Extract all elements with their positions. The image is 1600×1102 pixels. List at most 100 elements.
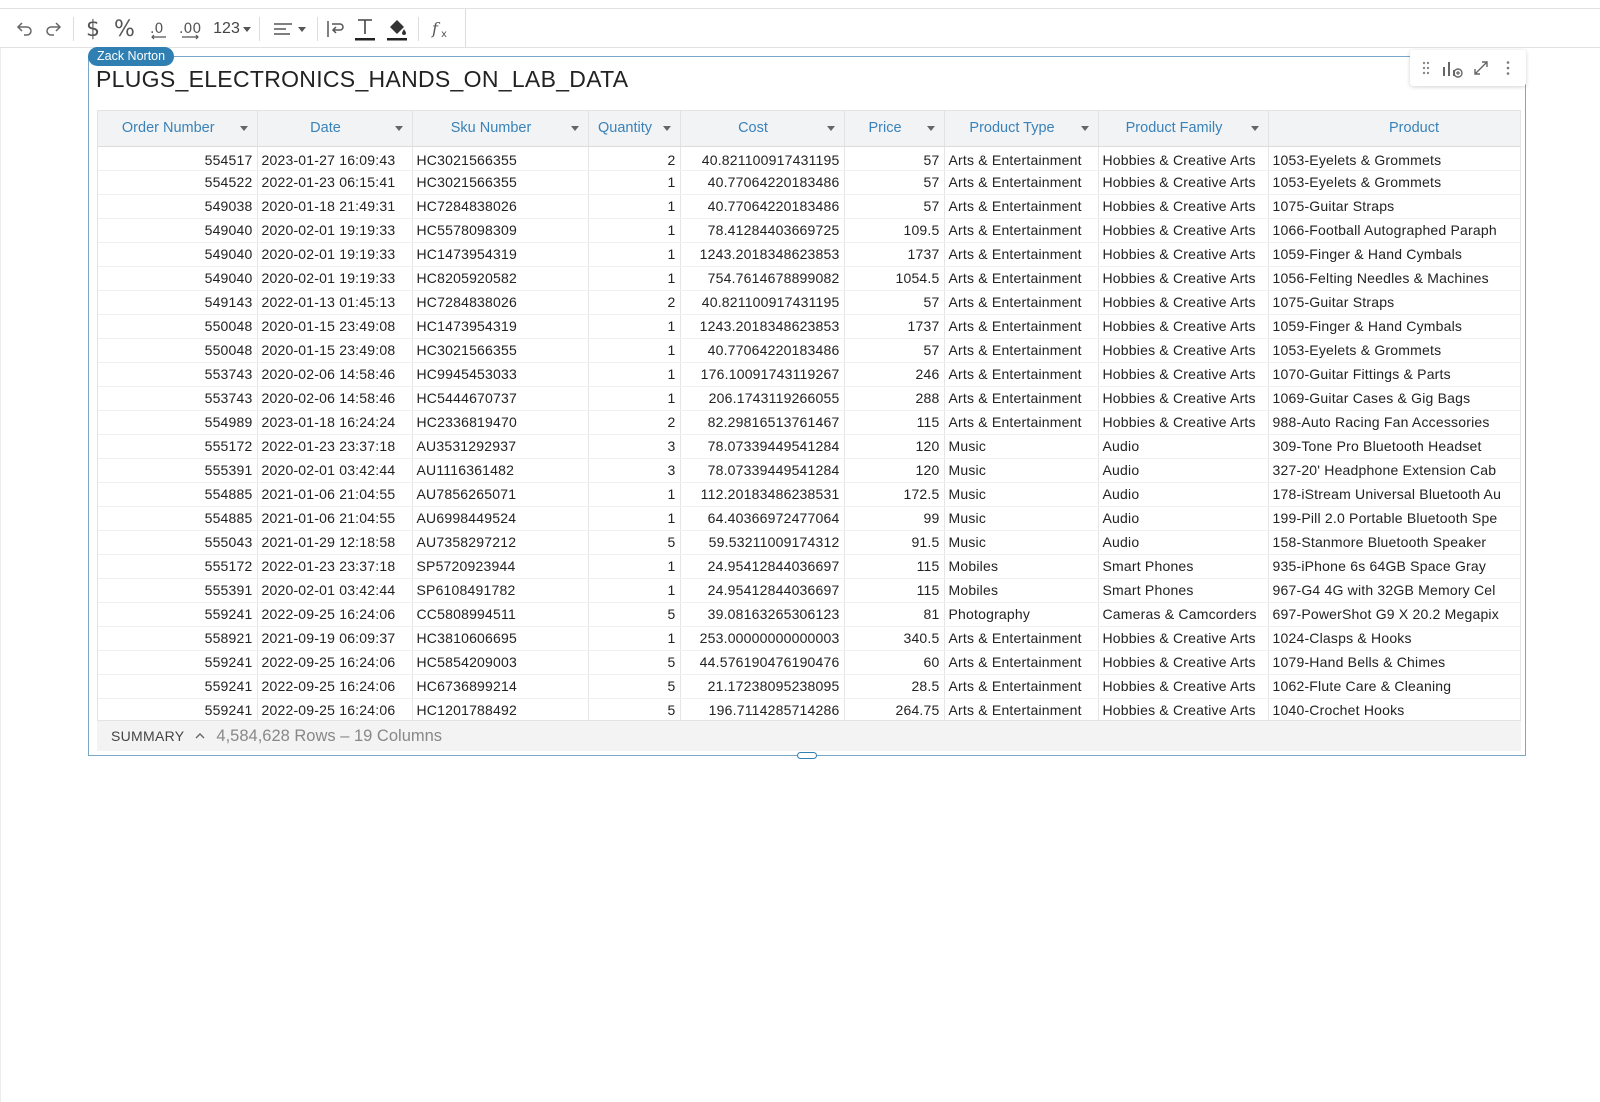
- table-cell[interactable]: 264.75: [844, 698, 945, 723]
- table-cell[interactable]: Arts & Entertainment: [944, 626, 1099, 651]
- table-cell[interactable]: 967-G4 4G with 32GB Memory Cel: [1268, 578, 1520, 603]
- fill-color-icon[interactable]: [384, 13, 410, 45]
- table-cell[interactable]: 91.5: [844, 530, 945, 555]
- table-cell[interactable]: 1: [588, 626, 681, 651]
- table-cell[interactable]: Arts & Entertainment: [944, 194, 1099, 219]
- column-header[interactable]: Quantity: [588, 111, 681, 147]
- table-cell[interactable]: 57: [844, 146, 945, 171]
- table-cell[interactable]: 554517: [98, 146, 258, 171]
- sort-menu-chevron-down-icon[interactable]: [826, 126, 835, 131]
- table-row[interactable]: 550048 2020-01-15 23:49:08 HC1473954319 1 12…: [98, 314, 1520, 339]
- table-cell[interactable]: 2: [588, 410, 681, 435]
- table-cell[interactable]: HC5854209003: [412, 650, 589, 675]
- table-cell[interactable]: 2022-09-25 16:24:06: [257, 674, 413, 699]
- table-cell[interactable]: 1062-Flute Care & Cleaning: [1268, 674, 1520, 699]
- table-row[interactable]: 555172 2022-01-23 23:37:18 AU3531292937 3 78…: [98, 434, 1520, 459]
- table-cell[interactable]: 550048: [98, 314, 258, 339]
- text-color-icon[interactable]: [352, 13, 378, 45]
- table-cell[interactable]: 988-Auto Racing Fan Accessories: [1268, 410, 1520, 435]
- table-cell[interactable]: 5: [588, 650, 681, 675]
- table-cell[interactable]: HC1473954319: [412, 242, 589, 267]
- table-cell[interactable]: Arts & Entertainment: [944, 218, 1099, 243]
- table-cell[interactable]: 559241: [98, 650, 258, 675]
- drag-handle-icon[interactable]: [1414, 56, 1438, 80]
- table-cell[interactable]: 78.07339449541284: [680, 434, 845, 459]
- expand-icon[interactable]: [1469, 56, 1493, 80]
- formula-input[interactable]: [465, 9, 1600, 47]
- table-cell[interactable]: 2022-09-25 16:24:06: [257, 602, 413, 627]
- table-cell[interactable]: Hobbies & Creative Arts: [1098, 170, 1269, 195]
- table-cell[interactable]: Cameras & Camcorders: [1098, 602, 1269, 627]
- table-row[interactable]: 549038 2020-01-18 21:49:31 HC7284838026 1 40…: [98, 194, 1520, 219]
- table-cell[interactable]: AU6998449524: [412, 506, 589, 531]
- table-cell[interactable]: Arts & Entertainment: [944, 650, 1099, 675]
- table-row[interactable]: 549040 2020-02-01 19:19:33 HC5578098309 1 78…: [98, 218, 1520, 243]
- table-cell[interactable]: 555043: [98, 530, 258, 555]
- table-cell[interactable]: Hobbies & Creative Arts: [1098, 218, 1269, 243]
- table-cell[interactable]: 2021-01-06 21:04:55: [257, 482, 413, 507]
- table-cell[interactable]: 1053-Eyelets & Grommets: [1268, 146, 1520, 171]
- table-cell[interactable]: 64.40366972477064: [680, 506, 845, 531]
- table-row[interactable]: 549040 2020-02-01 19:19:33 HC8205920582 1 75…: [98, 266, 1520, 291]
- table-cell[interactable]: HC3021566355: [412, 146, 589, 171]
- table-cell[interactable]: 553743: [98, 386, 258, 411]
- table-cell[interactable]: 309-Tone Pro Bluetooth Headset: [1268, 434, 1520, 459]
- table-cell[interactable]: 340.5: [844, 626, 945, 651]
- table-cell[interactable]: 1053-Eyelets & Grommets: [1268, 338, 1520, 363]
- chevron-up-icon[interactable]: [194, 730, 206, 742]
- table-cell[interactable]: Arts & Entertainment: [944, 698, 1099, 723]
- table-cell[interactable]: 2020-02-01 19:19:33: [257, 266, 413, 291]
- table-cell[interactable]: 1070-Guitar Fittings & Parts: [1268, 362, 1520, 387]
- table-cell[interactable]: 559241: [98, 602, 258, 627]
- table-cell[interactable]: 178-iStream Universal Bluetooth Au: [1268, 482, 1520, 507]
- table-cell[interactable]: Arts & Entertainment: [944, 146, 1099, 171]
- table-cell[interactable]: 1: [588, 314, 681, 339]
- table-cell[interactable]: Smart Phones: [1098, 554, 1269, 579]
- table-cell[interactable]: Hobbies & Creative Arts: [1098, 146, 1269, 171]
- table-cell[interactable]: Arts & Entertainment: [944, 290, 1099, 315]
- table-cell[interactable]: 549040: [98, 218, 258, 243]
- table-cell[interactable]: 59.53211009174312: [680, 530, 845, 555]
- table-cell[interactable]: Arts & Entertainment: [944, 242, 1099, 267]
- table-cell[interactable]: 2020-02-06 14:58:46: [257, 362, 413, 387]
- table-cell[interactable]: Audio: [1098, 434, 1269, 459]
- table-cell[interactable]: 1: [588, 194, 681, 219]
- table-cell[interactable]: 2020-01-15 23:49:08: [257, 338, 413, 363]
- table-cell[interactable]: Arts & Entertainment: [944, 338, 1099, 363]
- add-chart-icon[interactable]: [1440, 56, 1464, 80]
- table-cell[interactable]: 176.10091743119267: [680, 362, 845, 387]
- column-header[interactable]: Order Number: [98, 111, 258, 147]
- table-cell[interactable]: 555172: [98, 554, 258, 579]
- table-row[interactable]: 559241 2022-09-25 16:24:06 HC5854209003 5 44…: [98, 650, 1520, 675]
- increase-decimal-icon[interactable]: .00: [178, 13, 204, 45]
- worksheet-resize-handle[interactable]: [797, 752, 817, 759]
- align-dropdown[interactable]: [268, 13, 310, 45]
- table-cell[interactable]: 2: [588, 290, 681, 315]
- table-cell[interactable]: 1054.5: [844, 266, 945, 291]
- table-cell[interactable]: 1737: [844, 314, 945, 339]
- table-cell[interactable]: Hobbies & Creative Arts: [1098, 362, 1269, 387]
- table-cell[interactable]: 549038: [98, 194, 258, 219]
- table-cell[interactable]: 1: [588, 218, 681, 243]
- table-row[interactable]: 558921 2021-09-19 06:09:37 HC3810606695 1 25…: [98, 626, 1520, 651]
- column-header[interactable]: Date: [257, 111, 413, 147]
- table-cell[interactable]: Hobbies & Creative Arts: [1098, 626, 1269, 651]
- function-icon[interactable]: fx: [428, 13, 456, 45]
- table-cell[interactable]: 1737: [844, 242, 945, 267]
- table-cell[interactable]: HC8205920582: [412, 266, 589, 291]
- table-cell[interactable]: 120: [844, 434, 945, 459]
- table-cell[interactable]: 57: [844, 290, 945, 315]
- table-row[interactable]: 555043 2021-01-29 12:18:58 AU7358297212 5 59…: [98, 530, 1520, 555]
- table-cell[interactable]: 327-20' Headphone Extension Cab: [1268, 458, 1520, 483]
- table-cell[interactable]: HC7284838026: [412, 290, 589, 315]
- table-cell[interactable]: 1024-Clasps & Hooks: [1268, 626, 1520, 651]
- table-cell[interactable]: 1069-Guitar Cases & Gig Bags: [1268, 386, 1520, 411]
- table-cell[interactable]: Hobbies & Creative Arts: [1098, 314, 1269, 339]
- table-cell[interactable]: HC3810606695: [412, 626, 589, 651]
- table-cell[interactable]: 40.821100917431195: [680, 146, 845, 171]
- table-cell[interactable]: 158-Stanmore Bluetooth Speaker: [1268, 530, 1520, 555]
- table-cell[interactable]: AU3531292937: [412, 434, 589, 459]
- table-cell[interactable]: Hobbies & Creative Arts: [1098, 266, 1269, 291]
- table-cell[interactable]: Smart Phones: [1098, 578, 1269, 603]
- table-cell[interactable]: Hobbies & Creative Arts: [1098, 674, 1269, 699]
